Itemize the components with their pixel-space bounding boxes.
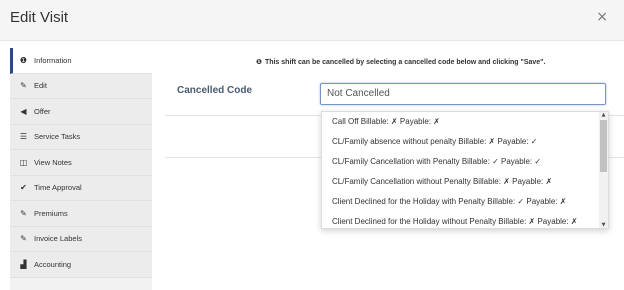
dropdown-option[interactable]: Client Declined for the Holiday without … (322, 212, 608, 228)
sidebar-item-view-notes[interactable]: ◫ View Notes (10, 150, 152, 176)
sidebar-item-information[interactable]: ❶ Information (10, 48, 152, 74)
pencil-icon: ✎ (20, 81, 27, 91)
bar-chart-icon: ▟ (20, 259, 27, 269)
info-icon: ❶ (256, 58, 262, 66)
sidebar-item-label: Time Approval (34, 183, 82, 193)
dropdown-option[interactable]: CL/Family Cancellation without Penalty B… (322, 172, 608, 192)
sidebar-item-label: Accounting (34, 259, 72, 269)
scroll-thumb[interactable] (600, 120, 607, 172)
dropdown-scrollbar[interactable]: ▲ ▼ (599, 112, 608, 228)
cancelled-code-select[interactable]: Not Cancelled (320, 83, 606, 105)
info-message: ❶ This shift can be cancelled by selectin… (256, 58, 545, 66)
info-message-text: This shift can be cancelled by selecting… (264, 59, 546, 66)
sidebar-item-label: Invoice Labels (34, 234, 82, 244)
scroll-up-icon[interactable]: ▲ (599, 112, 608, 118)
dropdown-option[interactable]: Client Declined for the Holiday with Pen… (322, 192, 608, 212)
cancelled-code-label: Cancelled Code (177, 85, 253, 96)
modal-header: Edit Visit × (0, 0, 624, 41)
sidebar-item-premiums[interactable]: ✎ Premiums (10, 201, 152, 227)
sidebar-item-time-approval[interactable]: ✔ Time Approval (10, 175, 152, 201)
info-icon: ❶ (19, 55, 28, 65)
sidebar-item-label: Offer (34, 106, 51, 116)
megaphone-icon: ◀ (20, 106, 27, 116)
dropdown-option[interactable]: Call Off Billable: ✗ Payable: ✗ (322, 112, 608, 132)
sidebar-item-offer[interactable]: ◀ Offer (10, 99, 152, 125)
modal-title: Edit Visit (10, 9, 69, 26)
sidebar-item-label: Information (34, 55, 72, 65)
list-icon: ☰ (19, 132, 28, 142)
dropdown-option[interactable]: CL/Family absence without penalty Billab… (322, 132, 608, 152)
pencil-icon: ✎ (20, 208, 27, 218)
sidebar-item-label: Premiums (34, 208, 68, 218)
sidebar-nav: ❶ Information ✎ Edit ◀ Offer ☰ Service T… (10, 48, 152, 290)
dropdown-option[interactable]: CL/Family Cancellation with Penalty Bill… (322, 152, 608, 172)
sidebar-item-invoice-labels[interactable]: ✎ Invoice Labels (10, 226, 152, 252)
sidebar-item-edit[interactable]: ✎ Edit (10, 73, 152, 99)
scroll-down-icon[interactable]: ▼ (599, 222, 608, 228)
sidebar-item-accounting[interactable]: ▟ Accounting (10, 252, 152, 278)
sidebar-item-service-tasks[interactable]: ☰ Service Tasks (10, 124, 152, 150)
close-icon[interactable]: × (596, 9, 608, 25)
sidebar-item-label: Edit (34, 81, 47, 91)
pencil-icon: ✎ (20, 234, 27, 244)
sidebar-item-label: Service Tasks (34, 132, 81, 142)
book-icon: ◫ (19, 157, 28, 167)
sidebar-item-label: View Notes (34, 157, 72, 167)
check-icon: ✔ (20, 183, 27, 193)
cancelled-code-dropdown: Call Off Billable: ✗ Payable: ✗ CL/Famil… (321, 111, 609, 229)
